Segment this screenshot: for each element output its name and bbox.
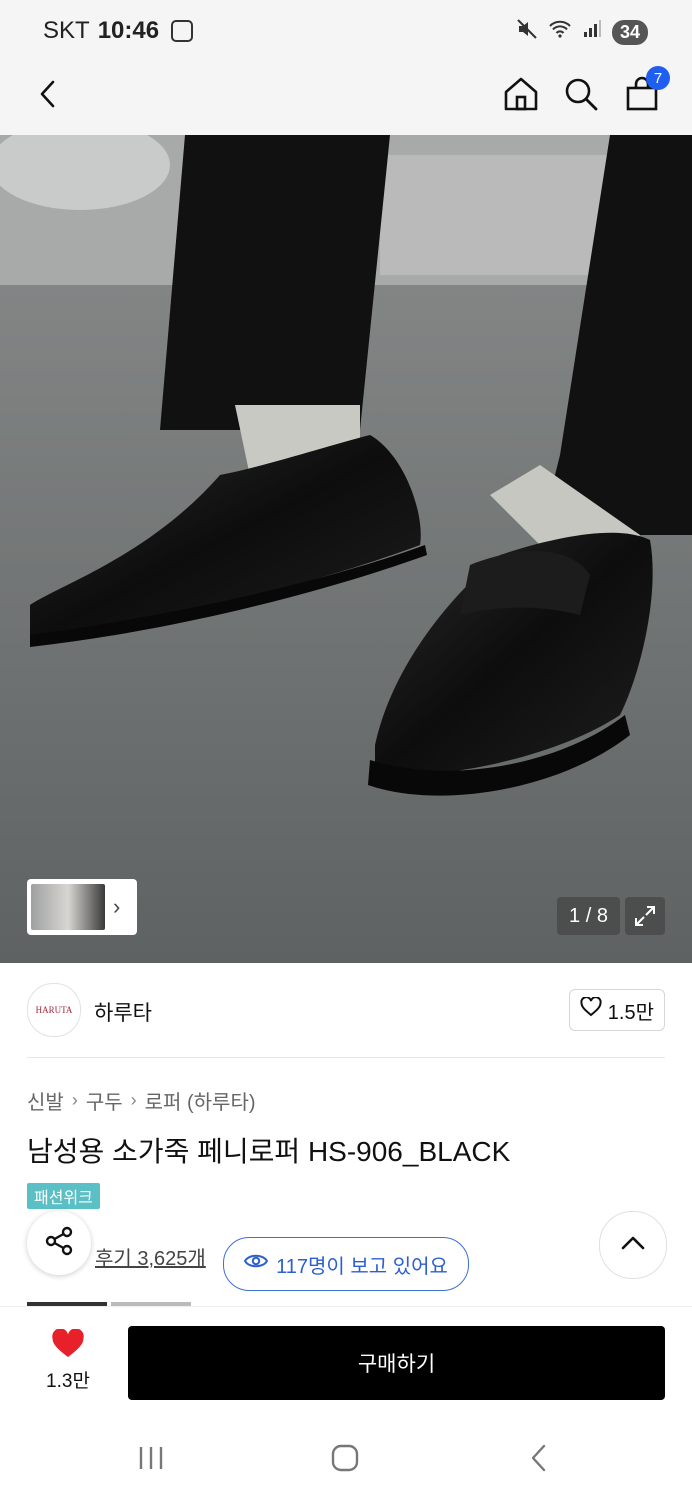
breadcrumb-item[interactable]: 로퍼 (하루타) bbox=[145, 1086, 256, 1115]
recent-apps-icon[interactable] bbox=[131, 1438, 171, 1478]
viewers-text: 117명이 보고 있어요 bbox=[276, 1255, 448, 1278]
chevron-right-icon[interactable]: › bbox=[113, 894, 120, 920]
battery-indicator: 34 bbox=[611, 19, 648, 45]
status-left: SKT 10:46 bbox=[43, 17, 194, 45]
back-nav-icon[interactable] bbox=[519, 1438, 559, 1478]
breadcrumb-item[interactable]: 신발 bbox=[27, 1086, 64, 1115]
brand-logo[interactable]: HARUTA bbox=[27, 983, 81, 1037]
search-icon[interactable] bbox=[559, 72, 603, 116]
share-button[interactable] bbox=[27, 1211, 91, 1275]
viewers-pill: 117명이 보고 있어요 bbox=[223, 1237, 469, 1291]
thumbnail-strip[interactable]: › bbox=[27, 879, 137, 935]
shopping-bag-icon[interactable]: 7 bbox=[620, 66, 670, 116]
share-icon bbox=[43, 1225, 75, 1262]
screenshot-icon bbox=[171, 20, 194, 42]
brand-like-button[interactable]: 1.5만 bbox=[568, 989, 665, 1031]
product-title: 남성용 소가죽 페니로퍼 HS-906_BLACK bbox=[27, 1136, 511, 1167]
brand-row: HARUTA 하루타 1.5만 bbox=[27, 983, 665, 1037]
signal-icon bbox=[582, 19, 602, 45]
divider bbox=[27, 1057, 665, 1058]
scroll-top-button[interactable] bbox=[599, 1211, 667, 1279]
product-photo bbox=[0, 135, 692, 963]
chevron-right-icon: › bbox=[130, 1090, 137, 1110]
promo-tag: 패션위크 bbox=[27, 1183, 100, 1209]
thumbnail-image[interactable] bbox=[31, 884, 105, 930]
wifi-icon bbox=[548, 19, 572, 45]
expand-icon[interactable] bbox=[625, 897, 665, 935]
wishlist-count: 1.3만 bbox=[46, 1371, 90, 1392]
home-icon[interactable] bbox=[499, 72, 543, 116]
chevron-up-icon bbox=[620, 1235, 646, 1256]
product-image-gallery[interactable]: › 1 / 8 bbox=[0, 135, 692, 963]
reviews-link[interactable]: 후기 3,625개 bbox=[95, 1242, 206, 1271]
wishlist-button[interactable]: 1.3만 bbox=[40, 1328, 96, 1393]
eye-icon bbox=[243, 1252, 269, 1276]
chevron-right-icon: › bbox=[71, 1090, 78, 1110]
clock: 10:46 bbox=[97, 17, 160, 44]
status-bar: SKT 10:46 34 bbox=[0, 0, 692, 62]
buy-button[interactable]: 구매하기 bbox=[128, 1326, 665, 1400]
carrier-label: SKT bbox=[43, 17, 90, 44]
app-header: 7 bbox=[0, 62, 692, 135]
purchase-bar: 1.3만 구매하기 bbox=[0, 1306, 692, 1419]
home-nav-icon[interactable] bbox=[325, 1438, 365, 1478]
heart-filled-icon bbox=[51, 1328, 85, 1363]
brand-name[interactable]: 하루타 bbox=[94, 997, 152, 1027]
mute-icon bbox=[516, 18, 538, 46]
image-counter: 1 / 8 bbox=[557, 897, 620, 935]
system-nav-bar bbox=[0, 1418, 692, 1500]
heart-outline-icon bbox=[580, 996, 602, 1023]
back-icon[interactable] bbox=[26, 72, 70, 116]
breadcrumb-item[interactable]: 구두 bbox=[86, 1086, 123, 1115]
breadcrumb: 신발 › 구두 › 로퍼 (하루타) bbox=[27, 1086, 256, 1115]
status-right: 34 bbox=[516, 18, 648, 46]
cart-count-badge: 7 bbox=[646, 66, 670, 90]
brand-like-count: 1.5만 bbox=[607, 1001, 654, 1024]
